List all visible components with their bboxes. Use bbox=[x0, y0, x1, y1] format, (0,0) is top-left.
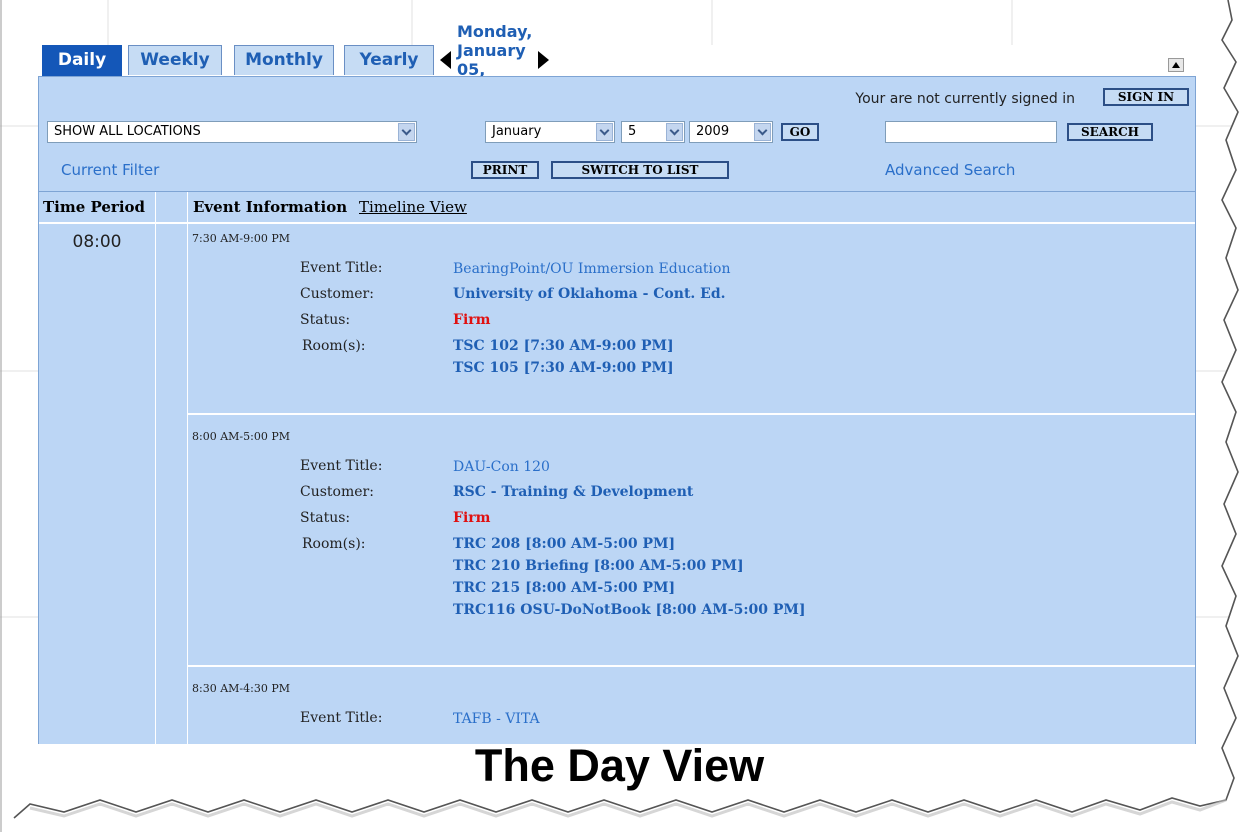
location-select[interactable]: SHOW ALL LOCATIONS bbox=[47, 121, 417, 143]
customer-label: Customer: bbox=[300, 484, 374, 500]
event-item: 8:00 AM-5:00 PM Event Title: DAU-Con 120… bbox=[188, 424, 1195, 664]
event-divider bbox=[188, 665, 1195, 667]
customer-label: Customer: bbox=[300, 286, 374, 302]
sign-in-button[interactable]: SIGN IN bbox=[1103, 88, 1189, 106]
chevron-down-icon[interactable] bbox=[398, 123, 415, 141]
room-item[interactable]: TRC 208 [8:00 AM-5:00 PM] bbox=[453, 536, 675, 552]
event-item: 8:30 AM-4:30 PM Event Title: TAFB - VITA bbox=[188, 676, 1195, 744]
event-title[interactable]: DAU-Con 120 bbox=[453, 459, 550, 475]
event-title-label: Event Title: bbox=[300, 260, 383, 276]
status-label: Status: bbox=[300, 312, 351, 328]
status-value: Firm bbox=[453, 510, 491, 526]
toolbar-panel: Your are not currently signed in SIGN IN… bbox=[38, 76, 1196, 192]
rooms-label: Room(s): bbox=[302, 338, 366, 354]
current-filter-link[interactable]: Current Filter bbox=[61, 161, 159, 179]
event-time-range: 7:30 AM-9:00 PM bbox=[192, 232, 290, 245]
year-select-value: 2009 bbox=[696, 124, 730, 139]
event-divider bbox=[188, 413, 1195, 415]
room-item[interactable]: TSC 105 [7:30 AM-9:00 PM] bbox=[453, 360, 674, 376]
event-title-label: Event Title: bbox=[300, 710, 383, 726]
event-title-label: Event Title: bbox=[300, 458, 383, 474]
tab-yearly[interactable]: Yearly bbox=[344, 45, 434, 75]
room-item[interactable]: TSC 102 [7:30 AM-9:00 PM] bbox=[453, 338, 674, 354]
chevron-down-icon[interactable] bbox=[596, 123, 613, 141]
right-arrow-icon[interactable] bbox=[538, 51, 550, 69]
event-title[interactable]: BearingPoint/OU Immersion Education bbox=[453, 261, 730, 277]
signin-status: Your are not currently signed in bbox=[855, 91, 1075, 107]
month-select-value: January bbox=[492, 124, 542, 139]
event-time-range: 8:30 AM-4:30 PM bbox=[192, 682, 290, 695]
chevron-down-icon[interactable] bbox=[666, 123, 683, 141]
tab-weekly[interactable]: Weekly bbox=[128, 45, 222, 75]
column-divider bbox=[155, 192, 156, 744]
event-time-range: 8:00 AM-5:00 PM bbox=[192, 430, 290, 443]
room-item[interactable]: TRC 215 [8:00 AM-5:00 PM] bbox=[453, 580, 675, 596]
tab-daily[interactable]: Daily bbox=[42, 45, 122, 77]
chevron-down-icon[interactable] bbox=[754, 123, 771, 141]
time-period-header: Time Period bbox=[43, 198, 146, 216]
month-select[interactable]: January bbox=[485, 121, 615, 143]
room-item[interactable]: TRC 210 Briefing [8:00 AM-5:00 PM] bbox=[453, 558, 744, 574]
search-button[interactable]: SEARCH bbox=[1067, 123, 1153, 141]
caption-title: The Day View bbox=[474, 740, 765, 791]
year-select[interactable]: 2009 bbox=[689, 121, 773, 143]
status-label: Status: bbox=[300, 510, 351, 526]
print-button[interactable]: PRINT bbox=[471, 161, 539, 179]
day-grid: Time Period Event Information Timeline V… bbox=[38, 192, 1196, 744]
event-information-header: Event Information bbox=[193, 198, 348, 216]
event-item: 7:30 AM-9:00 PM Event Title: BearingPoin… bbox=[188, 226, 1195, 414]
date-navigation: Monday, January 05, 2009 bbox=[440, 22, 550, 98]
rooms-label: Room(s): bbox=[302, 536, 366, 552]
day-select-value: 5 bbox=[628, 124, 637, 139]
left-arrow-icon[interactable] bbox=[440, 51, 451, 69]
time-slot: 08:00 bbox=[72, 232, 122, 252]
day-select[interactable]: 5 bbox=[621, 121, 685, 143]
header-divider bbox=[39, 222, 1195, 224]
customer-name[interactable]: RSC - Training & Development bbox=[453, 484, 693, 500]
advanced-search-link[interactable]: Advanced Search bbox=[885, 161, 1015, 179]
room-item[interactable]: TRC116 OSU-DoNotBook [8:00 AM-5:00 PM] bbox=[453, 602, 806, 618]
scroll-up-icon[interactable] bbox=[1168, 58, 1184, 72]
customer-name[interactable]: University of Oklahoma - Cont. Ed. bbox=[453, 286, 726, 302]
location-select-value: SHOW ALL LOCATIONS bbox=[54, 124, 201, 139]
switch-to-list-button[interactable]: SWITCH TO LIST bbox=[551, 161, 729, 179]
status-value: Firm bbox=[453, 312, 491, 328]
search-input[interactable] bbox=[885, 121, 1057, 143]
tab-monthly[interactable]: Monthly bbox=[234, 45, 334, 75]
timeline-view-link[interactable]: Timeline View bbox=[359, 192, 467, 222]
go-button[interactable]: GO bbox=[781, 123, 819, 141]
event-title[interactable]: TAFB - VITA bbox=[453, 711, 540, 727]
